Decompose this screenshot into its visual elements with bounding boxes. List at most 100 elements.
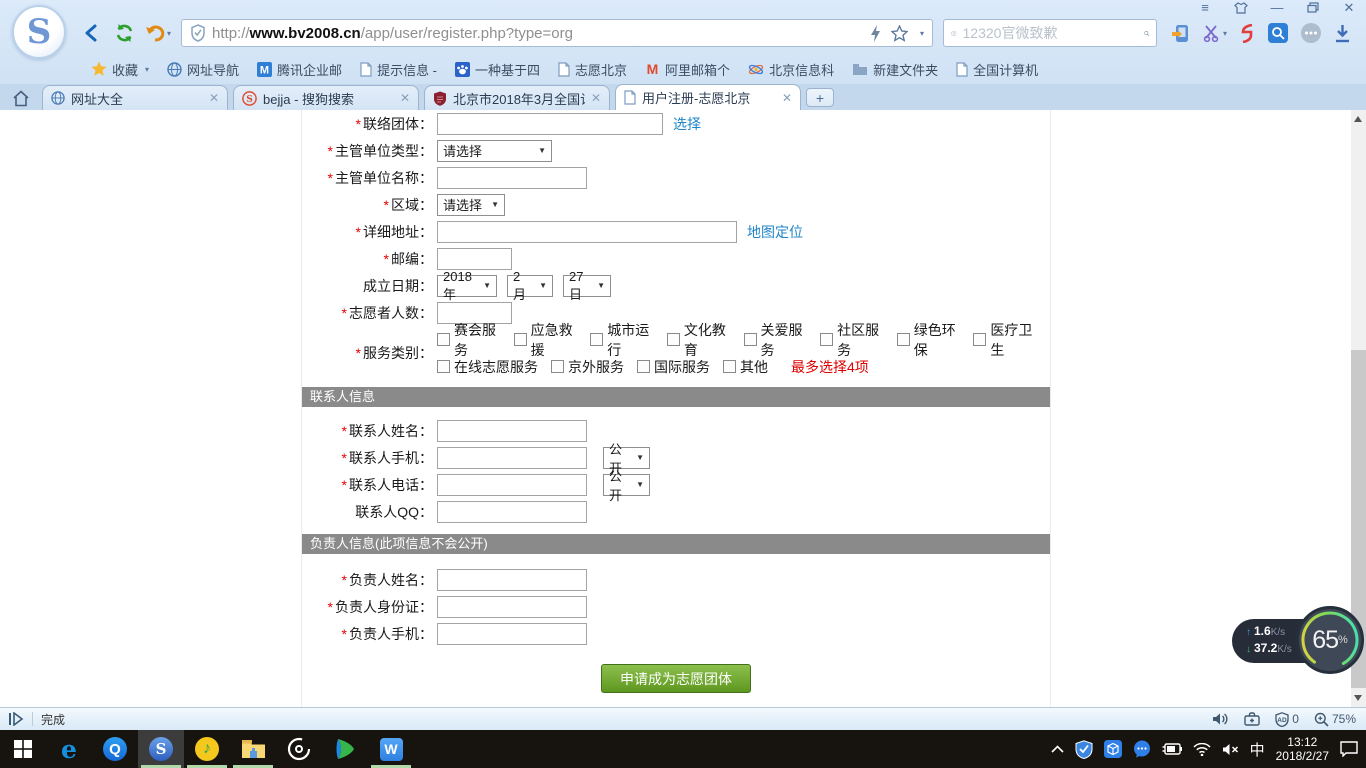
tab-sogou-search[interactable]: S bejja - 搜狗搜索 ✕ [233, 85, 419, 110]
minimize-icon[interactable]: — [1270, 2, 1284, 14]
taskbar-edge-icon[interactable]: e [46, 730, 92, 768]
screenshot-dropdown-icon[interactable]: ▾ [1223, 29, 1227, 38]
checkbox-icon[interactable] [973, 333, 986, 346]
tray-chat-icon[interactable] [1133, 740, 1151, 758]
undo-button[interactable]: ▾ [145, 24, 171, 43]
start-button[interactable] [0, 730, 46, 768]
screenshot-scissors-icon[interactable]: ▾ [1203, 24, 1227, 42]
send-to-phone-icon[interactable] [1171, 23, 1190, 43]
ad-block-indicator[interactable]: AD 0 [1275, 712, 1299, 727]
checkbox-icon[interactable] [514, 333, 527, 346]
bookmark-item[interactable]: 北京信息科 [739, 58, 843, 80]
favorites-dropdown-icon[interactable]: ▾ [920, 29, 924, 38]
page-search-icon[interactable] [1268, 23, 1288, 43]
bookmark-item[interactable]: M 腾讯企业邮 [248, 58, 351, 80]
service-checkbox[interactable]: 社区服务 [820, 320, 884, 360]
service-checkbox[interactable]: 在线志愿服务 [437, 357, 538, 377]
bookmark-item[interactable]: 网址导航 [158, 58, 248, 80]
service-checkbox[interactable]: 医疗卫生 [973, 320, 1037, 360]
founded-day-select[interactable]: 27日▼ [563, 275, 611, 297]
contact-name-input[interactable] [437, 420, 587, 442]
refresh-button[interactable] [114, 23, 135, 43]
taskbar-sogou-browser-icon[interactable]: S [138, 730, 184, 768]
taskbar-clock[interactable]: 13:12 2018/2/27 [1276, 735, 1329, 763]
checkbox-icon[interactable] [551, 360, 564, 373]
lightning-icon[interactable] [870, 25, 881, 42]
tab-close-icon[interactable]: ✕ [400, 91, 410, 105]
home-icon[interactable] [6, 86, 36, 110]
bookmark-item[interactable]: 新建文件夹 [843, 58, 947, 80]
action-center-icon[interactable] [1340, 741, 1358, 757]
bookmarks-root[interactable]: 收藏 ▾ [82, 58, 158, 80]
service-checkbox[interactable]: 京外服务 [551, 357, 624, 377]
sogou-browser-logo[interactable]: S [12, 5, 66, 59]
contact-mobile-input[interactable] [437, 447, 587, 469]
tab-register-active[interactable]: 用户注册-志愿北京 ✕ [615, 84, 801, 110]
undo-dropdown-icon[interactable]: ▾ [167, 29, 171, 38]
service-checkbox[interactable]: 应急救援 [514, 320, 578, 360]
contact-qq-input[interactable] [437, 501, 587, 523]
zipcode-input[interactable] [437, 248, 512, 270]
contact-group-input[interactable] [437, 113, 663, 135]
address-input[interactable] [437, 221, 737, 243]
status-play-icon[interactable] [8, 712, 24, 726]
tab-site-nav[interactable]: 网址大全 ✕ [42, 85, 228, 110]
service-checkbox[interactable]: 关爱服务 [744, 320, 808, 360]
submit-button[interactable]: 申请成为志愿团体 [601, 664, 751, 693]
choose-link[interactable]: 选择 [673, 114, 701, 134]
zoom-control[interactable]: 75% [1314, 712, 1356, 727]
service-checkbox[interactable]: 其他 [723, 357, 768, 377]
bookmark-item[interactable]: 提示信息 - [351, 58, 446, 80]
founded-year-select[interactable]: 2018年▼ [437, 275, 497, 297]
tab-beijing-exam[interactable]: 北京市2018年3月全国计 ✕ [424, 85, 610, 110]
shopping-icon[interactable] [1240, 24, 1255, 43]
bookmarks-dropdown-icon[interactable]: ▾ [145, 65, 149, 74]
phone-visibility-select[interactable]: 公开▼ [603, 474, 650, 496]
taskbar-wps-icon[interactable]: W [368, 730, 414, 768]
url-text[interactable]: http://www.bv2008.cn/app/user/register.p… [212, 25, 864, 42]
checkbox-icon[interactable] [820, 333, 833, 346]
tray-battery-icon[interactable] [1162, 743, 1182, 755]
taskbar-tencent-video-icon[interactable] [322, 730, 368, 768]
repair-toolbox-icon[interactable] [1244, 712, 1260, 726]
search-box[interactable]: S [943, 19, 1157, 47]
tray-expand-icon[interactable] [1051, 745, 1064, 753]
taskbar-qq-browser-icon[interactable]: Q [92, 730, 138, 768]
taskbar-qq-music-icon[interactable]: ♪ [184, 730, 230, 768]
favorite-star-icon[interactable] [891, 25, 908, 42]
contact-phone-input[interactable] [437, 474, 587, 496]
tray-wifi-icon[interactable] [1193, 743, 1211, 756]
taskbar-record-player-icon[interactable] [276, 730, 322, 768]
service-checkbox[interactable]: 城市运行 [590, 320, 654, 360]
bookmark-item[interactable]: M 阿里邮箱个 [636, 58, 739, 80]
ime-indicator[interactable]: 中 [1250, 739, 1265, 760]
map-locate-link[interactable]: 地图定位 [747, 222, 803, 242]
checkbox-icon[interactable] [437, 333, 450, 346]
tab-close-icon[interactable]: ✕ [209, 91, 219, 105]
download-icon[interactable] [1334, 24, 1351, 43]
site-security-shield-icon[interactable] [190, 24, 206, 42]
founded-month-select[interactable]: 2月▼ [507, 275, 553, 297]
back-button[interactable] [82, 23, 104, 43]
service-checkbox[interactable]: 绿色环保 [897, 320, 961, 360]
checkbox-icon[interactable] [590, 333, 603, 346]
bookmark-item[interactable]: 一种基于四 [446, 58, 549, 80]
close-icon[interactable]: ✕ [1342, 2, 1356, 14]
address-bar[interactable]: http://www.bv2008.cn/app/user/register.p… [181, 19, 933, 47]
search-icon[interactable] [1144, 25, 1150, 42]
checkbox-icon[interactable] [437, 360, 450, 373]
menu-icon[interactable]: ≡ [1198, 2, 1212, 14]
scroll-up-icon[interactable] [1354, 116, 1362, 122]
new-tab-button[interactable]: + [806, 88, 834, 107]
bookmark-item[interactable]: 全国计算机 [947, 58, 1047, 80]
service-checkbox[interactable]: 文化教育 [667, 320, 731, 360]
unit-type-select[interactable]: 请选择▼ [437, 140, 552, 162]
principal-mobile-input[interactable] [437, 623, 587, 645]
principal-id-input[interactable] [437, 596, 587, 618]
more-tools-icon[interactable] [1301, 23, 1321, 43]
speed-widget[interactable]: ↑1.6K/s ↓37.2K/s 65% [1232, 606, 1364, 676]
region-select[interactable]: 请选择▼ [437, 194, 505, 216]
checkbox-icon[interactable] [667, 333, 680, 346]
tab-close-icon[interactable]: ✕ [782, 91, 792, 105]
restore-icon[interactable] [1306, 2, 1320, 14]
